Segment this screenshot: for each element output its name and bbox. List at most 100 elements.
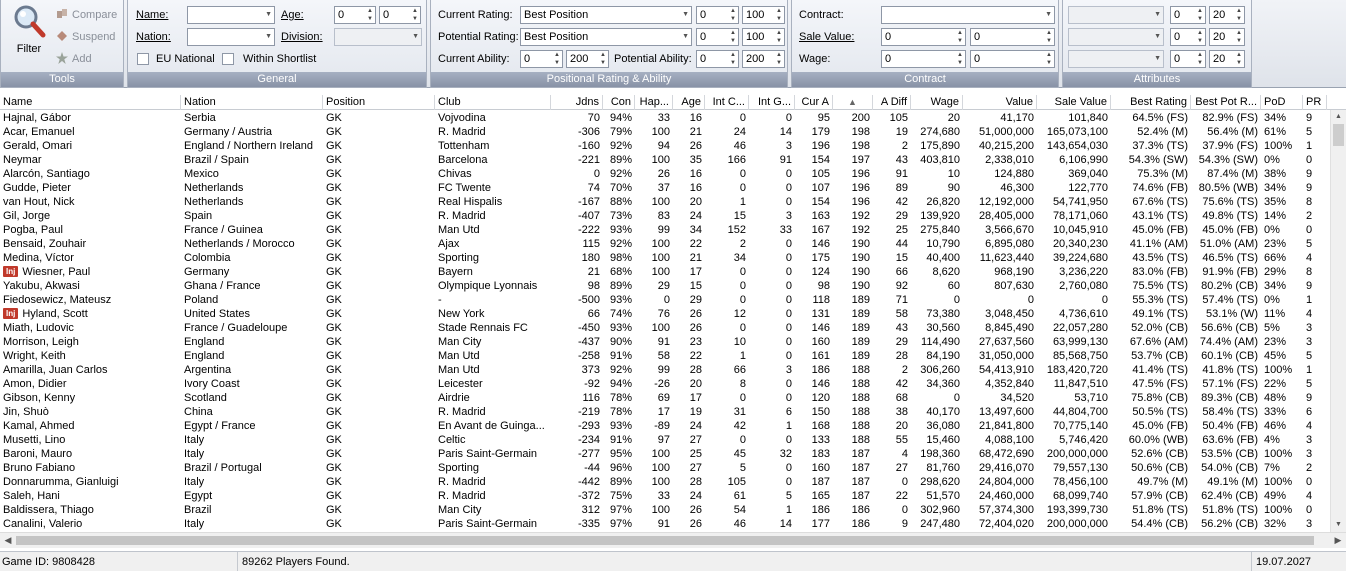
spin-down-icon[interactable]: ▼	[367, 15, 373, 23]
col-con-header[interactable]: Con	[603, 95, 635, 110]
spin-up-icon[interactable]: ▲	[957, 29, 963, 37]
table-row[interactable]: Donnarumma, Gianluigi Italy GK R. Madrid -44…	[0, 475, 1330, 489]
spin-down-icon[interactable]: ▼	[776, 37, 782, 45]
attribute-3-max-spinner[interactable]: 20 ▲ ▼	[1209, 50, 1245, 68]
table-row[interactable]: Gerald, Omari England / Northern Ireland G…	[0, 139, 1330, 153]
table-row[interactable]: Pogba, Paul France / Guinea GK Man Utd -222 9…	[0, 223, 1330, 237]
spin-up-icon[interactable]: ▲	[776, 51, 782, 59]
table-row[interactable]: Baldissera, Thiago Brazil GK Man City 312 97%…	[0, 503, 1330, 517]
table-row[interactable]: Morrison, Leigh England GK Man City -437 90% 9…	[0, 335, 1330, 349]
eu-national-checkbox[interactable]	[137, 53, 149, 65]
nation-dropdown[interactable]: ▼	[187, 28, 275, 46]
table-row[interactable]: Amon, Didier Ivory Coast GK Leicester -92 94%…	[0, 377, 1330, 391]
spin-down-icon[interactable]: ▼	[730, 59, 736, 67]
spin-up-icon[interactable]: ▲	[776, 29, 782, 37]
col-int-goals-header[interactable]: Int G...	[749, 95, 795, 110]
spin-up-icon[interactable]: ▲	[1197, 51, 1203, 59]
name-dropdown[interactable]: ▼	[187, 6, 275, 24]
col-nation-header[interactable]: Nation	[181, 95, 323, 110]
spin-up-icon[interactable]: ▲	[367, 7, 373, 15]
compare-button[interactable]: Compare	[56, 8, 117, 22]
table-row[interactable]: Canalini, Valerio Italy GK Paris Saint-Germ…	[0, 517, 1330, 531]
col-age-header[interactable]: Age	[673, 95, 705, 110]
spin-down-icon[interactable]: ▼	[1046, 37, 1052, 45]
filter-button[interactable]: Filter	[7, 3, 51, 57]
spin-up-icon[interactable]: ▲	[554, 51, 560, 59]
current-rating-dropdown[interactable]: Best Position ▼	[520, 6, 692, 24]
spin-down-icon[interactable]: ▼	[730, 15, 736, 23]
current-rating-max-spinner[interactable]: 100 ▲ ▼	[742, 6, 785, 24]
scroll-up-icon[interactable]: ▲	[1331, 110, 1346, 124]
scroll-right-icon[interactable]: ▶	[1330, 533, 1346, 548]
table-row[interactable]: Inj Wiesner, Paul Germany GK Bayern 21 68% 100 1…	[0, 265, 1330, 279]
col-position-header[interactable]: Position	[323, 95, 435, 110]
attribute-dropdown-3[interactable]: ▼	[1068, 50, 1164, 68]
table-row[interactable]: Baroni, Mauro Italy GK Paris Saint-Germain -…	[0, 447, 1330, 461]
add-button[interactable]: Add	[56, 52, 92, 66]
table-row[interactable]: Amarilla, Juan Carlos Argentina GK Man Utd 3…	[0, 363, 1330, 377]
spin-down-icon[interactable]: ▼	[412, 15, 418, 23]
table-row[interactable]: Alarcón, Santiago Mexico GK Chivas 0 92% 26 16 0…	[0, 167, 1330, 181]
table-row[interactable]: Neymar Brazil / Spain GK Barcelona -221 89% 10…	[0, 153, 1330, 167]
table-row[interactable]: van Hout, Nick Netherlands GK Real Hispalis…	[0, 195, 1330, 209]
col-name-header[interactable]: Name	[0, 95, 181, 110]
col-wage-header[interactable]: Wage	[911, 95, 963, 110]
scroll-thumb-horizontal[interactable]	[16, 536, 1314, 545]
within-shortlist-checkbox[interactable]	[222, 53, 234, 65]
table-row[interactable]: Saleh, Hani Egypt GK R. Madrid -372 75% 33 24 61…	[0, 489, 1330, 503]
spin-up-icon[interactable]: ▲	[1236, 29, 1242, 37]
potential-rating-min-spinner[interactable]: 0 ▲ ▼	[696, 28, 739, 46]
table-row[interactable]: Acar, Emanuel Germany / Austria GK R. Madri…	[0, 125, 1330, 139]
spin-down-icon[interactable]: ▼	[1197, 37, 1203, 45]
table-row[interactable]: Wright, Keith England GK Man Utd -258 91% 58 22…	[0, 349, 1330, 363]
col-sale-value-header[interactable]: Sale Value	[1037, 95, 1111, 110]
table-row[interactable]: Gil, Jorge Spain GK R. Madrid -407 73% 83 24 15 3…	[0, 209, 1330, 223]
spin-up-icon[interactable]: ▲	[1197, 29, 1203, 37]
attribute-2-max-spinner[interactable]: 20 ▲ ▼	[1209, 28, 1245, 46]
sale-value-min-spinner[interactable]: 0 ▲ ▼	[881, 28, 966, 46]
col-value-header[interactable]: Value	[963, 95, 1037, 110]
spin-down-icon[interactable]: ▼	[554, 59, 560, 67]
horizontal-scrollbar[interactable]: ◀ ▶	[0, 532, 1346, 548]
spin-up-icon[interactable]: ▲	[1236, 51, 1242, 59]
table-row[interactable]: Jin, Shuò China GK R. Madrid -219 78% 17 19 31 6 1…	[0, 405, 1330, 419]
wage-min-spinner[interactable]: 0 ▲ ▼	[881, 50, 966, 68]
table-row[interactable]: Medina, Víctor Colombia GK Sporting 180 98% 10…	[0, 251, 1330, 265]
spin-down-icon[interactable]: ▼	[600, 59, 606, 67]
spin-down-icon[interactable]: ▼	[957, 37, 963, 45]
spin-up-icon[interactable]: ▲	[730, 29, 736, 37]
table-row[interactable]: Kamal, Ahmed Egypt / France GK En Avant de …	[0, 419, 1330, 433]
current-rating-min-spinner[interactable]: 0 ▲ ▼	[696, 6, 739, 24]
spin-up-icon[interactable]: ▲	[957, 51, 963, 59]
spin-down-icon[interactable]: ▼	[776, 15, 782, 23]
col-pod-header[interactable]: PoD	[1261, 95, 1303, 110]
spin-up-icon[interactable]: ▲	[776, 7, 782, 15]
spin-up-icon[interactable]: ▲	[600, 51, 606, 59]
potential-rating-max-spinner[interactable]: 100 ▲ ▼	[742, 28, 785, 46]
attribute-3-min-spinner[interactable]: 0 ▲ ▼	[1170, 50, 1206, 68]
spin-up-icon[interactable]: ▲	[1236, 7, 1242, 15]
wage-max-spinner[interactable]: 0 ▲ ▼	[970, 50, 1055, 68]
col-jdns-header[interactable]: Jdns	[551, 95, 603, 110]
attribute-1-min-spinner[interactable]: 0 ▲ ▼	[1170, 6, 1206, 24]
spin-down-icon[interactable]: ▼	[1236, 15, 1242, 23]
spin-down-icon[interactable]: ▼	[1197, 15, 1203, 23]
table-row[interactable]: Gudde, Pieter Netherlands GK FC Twente 74 70%…	[0, 181, 1330, 195]
table-row[interactable]: Miath, Ludovic France / Guadeloupe GK Stade…	[0, 321, 1330, 335]
contract-dropdown[interactable]: ▼	[881, 6, 1055, 24]
spin-up-icon[interactable]: ▲	[1046, 29, 1052, 37]
table-row[interactable]: Gibson, Kenny Scotland GK Airdrie 116 78% 69 17…	[0, 391, 1330, 405]
table-row[interactable]: Musetti, Lino Italy GK Celtic -234 91% 97 27 0 0 1…	[0, 433, 1330, 447]
spin-down-icon[interactable]: ▼	[1236, 59, 1242, 67]
table-row[interactable]: Bruno Fabiano Brazil / Portugal GK Sporting…	[0, 461, 1330, 475]
current-ability-min-spinner[interactable]: 0 ▲ ▼	[520, 50, 563, 68]
vertical-scrollbar[interactable]: ▲ ▼	[1330, 110, 1346, 532]
attribute-1-max-spinner[interactable]: 20 ▲ ▼	[1209, 6, 1245, 24]
col-pot-a-header[interactable]: ▲	[833, 95, 873, 110]
scroll-left-icon[interactable]: ◀	[0, 533, 16, 548]
spin-up-icon[interactable]: ▲	[412, 7, 418, 15]
table-row[interactable]: Inj Hyland, Scott United States GK New York 6…	[0, 307, 1330, 321]
spin-up-icon[interactable]: ▲	[730, 51, 736, 59]
table-row[interactable]: Hajnal, Gábor Serbia GK Vojvodina 70 94% 33 16 0…	[0, 111, 1330, 125]
scroll-thumb[interactable]	[1333, 124, 1344, 146]
